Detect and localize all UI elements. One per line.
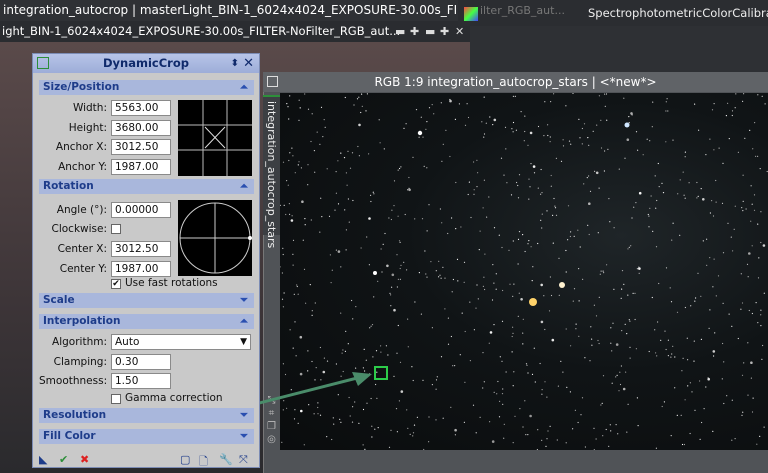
new-instance-icon[interactable]: ◣ <box>39 453 47 466</box>
anchor-x-label: Anchor X: <box>55 141 107 153</box>
algorithm-value: Auto <box>115 336 140 348</box>
angle-label: Angle (°): <box>56 204 107 216</box>
clockwise-checkbox[interactable] <box>111 224 121 234</box>
width-label: Width: <box>72 102 107 114</box>
expand-icon[interactable]: ⏷ <box>240 293 248 308</box>
section-interpolation-label: Interpolation <box>43 315 121 327</box>
gamma-label: Gamma correction <box>125 392 223 404</box>
section-fill-color[interactable]: Fill Color ⏷ <box>39 429 254 444</box>
smoothness-field[interactable]: 1.50 <box>111 373 171 389</box>
center-x-field[interactable]: 3012.50 <box>111 241 171 257</box>
section-resolution[interactable]: Resolution ⏷ <box>39 408 254 423</box>
algorithm-label: Algorithm: <box>52 336 107 348</box>
angle-field[interactable]: 0.00000 <box>111 202 171 218</box>
clamping-label: Clamping: <box>53 356 107 368</box>
dynamic-crop-panel: DynamicCrop ⬍ ✕ Size/Position ⏶ Width: 5… <box>32 53 260 468</box>
dynamic-crop-title: DynamicCrop <box>103 56 189 70</box>
reset-icon[interactable]: ⤧ <box>239 453 248 467</box>
dynamic-crop-titlebar[interactable]: DynamicCrop ⬍ ✕ <box>33 54 259 73</box>
clockwise-label: Clockwise: <box>51 223 108 235</box>
chevron-down-icon: ▼ <box>240 337 247 347</box>
section-size-position[interactable]: Size/Position ⏶ <box>39 80 254 95</box>
section-scale[interactable]: Scale ⏷ <box>39 293 254 308</box>
expand-icon[interactable]: ⏷ <box>240 408 248 423</box>
width-field[interactable]: 5563.00 <box>111 100 171 116</box>
section-resolution-label: Resolution <box>43 409 107 421</box>
rotation-dial-graphic[interactable] <box>178 200 252 276</box>
cancel-icon[interactable]: ✖ <box>80 453 89 466</box>
apply-icon[interactable]: ✔ <box>59 453 68 466</box>
anchor-grid-graphic[interactable] <box>178 100 252 176</box>
center-y-field[interactable]: 1987.00 <box>111 261 171 277</box>
anchor-y-field[interactable]: 1987.00 <box>111 159 171 175</box>
anchor-x-field[interactable]: 3012.50 <box>111 139 171 155</box>
shade-toggle-icon[interactable]: ⬍ <box>231 54 239 73</box>
preferences-icon[interactable]: 🔧 <box>219 453 233 466</box>
collapse-icon[interactable]: ⏶ <box>240 314 248 329</box>
panel-toolbar: ◣ ✔ ✖ ▢ 🗋 🔧 ⤧ <box>33 453 259 468</box>
height-field[interactable]: 3680.00 <box>111 120 171 136</box>
clamping-field[interactable]: 0.30 <box>111 354 171 370</box>
section-rotation[interactable]: Rotation ⏶ <box>39 179 254 194</box>
close-panel-icon[interactable]: ✕ <box>243 54 254 73</box>
section-fill-color-label: Fill Color <box>43 430 96 442</box>
section-rotation-label: Rotation <box>43 180 94 192</box>
center-x-label: Center X: <box>57 243 107 255</box>
gamma-checkbox[interactable] <box>111 394 121 404</box>
browse-icon[interactable]: ▢ <box>180 453 190 466</box>
center-y-label: Center Y: <box>59 263 107 275</box>
fast-rotations-checkbox[interactable]: ✔ <box>111 279 121 289</box>
section-interpolation[interactable]: Interpolation ⏶ <box>39 314 254 329</box>
collapse-icon[interactable]: ⏶ <box>240 80 248 95</box>
process-icon <box>37 57 49 69</box>
section-size-position-label: Size/Position <box>43 81 120 93</box>
anchor-y-label: Anchor Y: <box>58 161 107 173</box>
height-label: Height: <box>68 122 107 134</box>
section-scale-label: Scale <box>43 294 75 306</box>
fast-rotations-label: Use fast rotations <box>125 277 218 289</box>
algorithm-select[interactable]: Auto ▼ <box>111 334 251 350</box>
smoothness-label: Smoothness: <box>39 375 108 387</box>
documentation-icon[interactable]: 🗋 <box>199 453 208 472</box>
expand-icon[interactable]: ⏷ <box>240 429 248 444</box>
collapse-icon[interactable]: ⏶ <box>240 179 248 194</box>
